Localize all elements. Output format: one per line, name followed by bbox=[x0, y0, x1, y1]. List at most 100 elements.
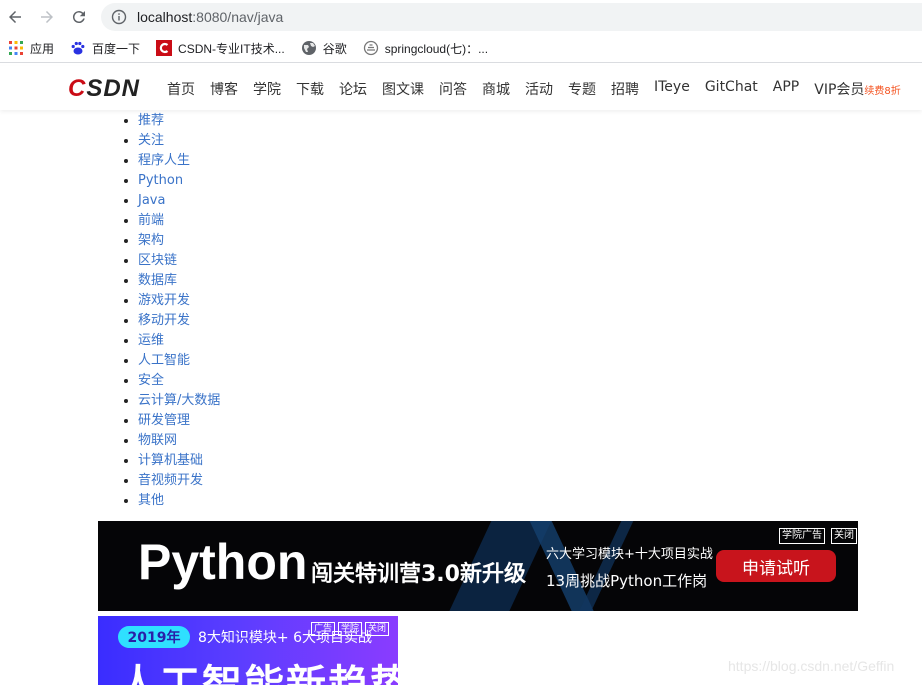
close-ad-button[interactable]: 关闭 bbox=[831, 528, 857, 544]
reload-button[interactable] bbox=[67, 5, 91, 29]
list-item: Java bbox=[138, 191, 220, 211]
apps-grid-icon bbox=[9, 41, 23, 55]
nav-item-gitchat[interactable]: GitChat bbox=[705, 79, 758, 99]
csdn-logo[interactable]: CSDN bbox=[68, 75, 140, 103]
list-item: 其他 bbox=[138, 491, 220, 511]
category-link[interactable]: 研发管理 bbox=[138, 413, 190, 428]
list-item: 音视频开发 bbox=[138, 471, 220, 491]
back-button[interactable] bbox=[3, 5, 27, 29]
list-item: 前端 bbox=[138, 211, 220, 231]
list-item: 架构 bbox=[138, 231, 220, 251]
nav-item-gitbook[interactable]: 图文课 bbox=[382, 79, 424, 99]
ad-year-badge: 2019年 bbox=[118, 626, 190, 648]
ad-tag: 学院 bbox=[338, 622, 363, 636]
nav-item-home[interactable]: 首页 bbox=[167, 79, 195, 99]
category-link[interactable]: 云计算/大数据 bbox=[138, 393, 220, 408]
ad-label: 学院广告 bbox=[779, 528, 825, 544]
category-link[interactable]: 程序人生 bbox=[138, 153, 190, 168]
ad-tag: 广告 bbox=[311, 622, 336, 636]
forward-arrow-icon bbox=[41, 11, 53, 23]
category-link[interactable]: 移动开发 bbox=[138, 313, 190, 328]
category-link[interactable]: 数据库 bbox=[138, 273, 177, 288]
nav-item-iteye[interactable]: ITeye bbox=[654, 79, 690, 99]
globe-icon bbox=[301, 41, 316, 55]
banner-headline: Python bbox=[138, 534, 308, 590]
baidu-paw-icon bbox=[71, 41, 85, 55]
banner-line2: 13周挑战Python工作岗 bbox=[546, 572, 708, 590]
browser-toolbar: localhost:8080/nav/java bbox=[0, 0, 922, 34]
nav-item-topics[interactable]: 专题 bbox=[568, 79, 596, 99]
list-item: 移动开发 bbox=[138, 311, 220, 331]
bookmark-label: 谷歌 bbox=[322, 41, 347, 56]
list-item: 研发管理 bbox=[138, 411, 220, 431]
category-link[interactable]: 关注 bbox=[138, 133, 164, 148]
url-rest: :8080/nav/java bbox=[192, 9, 284, 25]
nav-item-download[interactable]: 下载 bbox=[296, 79, 324, 99]
category-link[interactable]: 物联网 bbox=[138, 433, 177, 448]
list-item: 推荐 bbox=[138, 111, 220, 131]
reload-icon bbox=[72, 11, 85, 24]
bookmark-csdn[interactable]: CSDN-专业IT技术... bbox=[156, 36, 293, 60]
list-item: 游戏开发 bbox=[138, 291, 220, 311]
category-link[interactable]: 前端 bbox=[138, 213, 164, 228]
url-text: localhost:8080/nav/java bbox=[137, 9, 283, 25]
vip-label: VIP会员 bbox=[814, 82, 865, 98]
nav-item-blog[interactable]: 博客 bbox=[210, 79, 238, 99]
category-link[interactable]: 游戏开发 bbox=[138, 293, 190, 308]
nav-item-app[interactable]: APP bbox=[773, 79, 799, 99]
ai-course-ad[interactable]: 2019年 8大知识模块+ 6大项目实战 人工智能新趋势 广告 学院 关闭 bbox=[98, 616, 398, 685]
list-item: 数据库 bbox=[138, 271, 220, 291]
list-item: 物联网 bbox=[138, 431, 220, 451]
list-item: 运维 bbox=[138, 331, 220, 351]
bookmark-label: CSDN-专业IT技术... bbox=[178, 41, 285, 56]
banner-line1: 六大学习模块+十大项目实战 bbox=[546, 547, 713, 562]
bookmark-label: 应用 bbox=[30, 41, 55, 56]
list-item: Python bbox=[138, 171, 220, 191]
apply-trial-button[interactable]: 申请试听 bbox=[716, 550, 836, 582]
watermark: https://blog.csdn.net/Geffin bbox=[728, 658, 895, 674]
list-item: 程序人生 bbox=[138, 151, 220, 171]
bookmark-google[interactable]: 谷歌 bbox=[301, 36, 355, 60]
bookmark-label: 百度一下 bbox=[92, 41, 141, 56]
bookmark-springcloud[interactable]: springcloud(七)：... bbox=[363, 36, 496, 60]
forward-button[interactable] bbox=[35, 5, 59, 29]
main-nav: 首页 博客 学院 下载 论坛 图文课 问答 商城 活动 专题 招聘 ITeye … bbox=[167, 79, 916, 99]
csdn-c-icon bbox=[156, 40, 173, 56]
category-link[interactable]: 计算机基础 bbox=[138, 453, 203, 468]
list-item: 安全 bbox=[138, 371, 220, 391]
info-icon[interactable] bbox=[111, 9, 127, 25]
nav-item-forum[interactable]: 论坛 bbox=[339, 79, 367, 99]
vip-promo: 续费8折 bbox=[864, 86, 901, 97]
nav-item-mall[interactable]: 商城 bbox=[482, 79, 510, 99]
ad-tags: 广告 学院 关闭 bbox=[311, 622, 392, 636]
nav-item-jobs[interactable]: 招聘 bbox=[611, 79, 639, 99]
bookmark-baidu[interactable]: 百度一下 bbox=[70, 36, 148, 60]
category-link[interactable]: Python bbox=[138, 173, 183, 188]
category-link[interactable]: Java bbox=[138, 193, 165, 208]
address-bar[interactable]: localhost:8080/nav/java bbox=[101, 3, 922, 31]
banner-campaign: 闯关特训营3.0新升级 bbox=[311, 562, 526, 587]
nav-item-academy[interactable]: 学院 bbox=[253, 79, 281, 99]
category-link[interactable]: 运维 bbox=[138, 333, 164, 348]
category-list: 推荐 关注 程序人生 Python Java 前端 架构 区块链 数据库 游戏开… bbox=[98, 111, 220, 511]
nav-item-events[interactable]: 活动 bbox=[525, 79, 553, 99]
category-link[interactable]: 安全 bbox=[138, 373, 164, 388]
category-link[interactable]: 推荐 bbox=[138, 113, 164, 128]
category-link[interactable]: 人工智能 bbox=[138, 353, 190, 368]
list-item: 人工智能 bbox=[138, 351, 220, 371]
category-link[interactable]: 架构 bbox=[138, 233, 164, 248]
bookmark-apps[interactable]: 应用 bbox=[8, 36, 62, 60]
list-item: 关注 bbox=[138, 131, 220, 151]
site-header: CSDN 首页 博客 学院 下载 论坛 图文课 问答 商城 活动 专题 招聘 I… bbox=[0, 66, 922, 110]
close-ad-button[interactable]: 关闭 bbox=[365, 622, 390, 636]
category-link[interactable]: 其他 bbox=[138, 493, 164, 508]
url-host: localhost bbox=[137, 9, 193, 25]
bookmarks-bar: 应用 百度一下 CSDN-专业IT技术... 谷歌 springcloud(七)… bbox=[0, 34, 922, 63]
category-link[interactable]: 区块链 bbox=[138, 253, 177, 268]
nav-item-vip[interactable]: VIP会员续费8折 bbox=[814, 79, 901, 99]
bookmark-label: springcloud(七)：... bbox=[384, 41, 489, 56]
nav-item-qa[interactable]: 问答 bbox=[439, 79, 467, 99]
list-item: 区块链 bbox=[138, 251, 220, 271]
category-link[interactable]: 音视频开发 bbox=[138, 473, 203, 488]
python-banner-ad[interactable]: Python 闯关特训营3.0新升级 六大学习模块+十大项目实战 13周挑战Py… bbox=[98, 521, 858, 611]
